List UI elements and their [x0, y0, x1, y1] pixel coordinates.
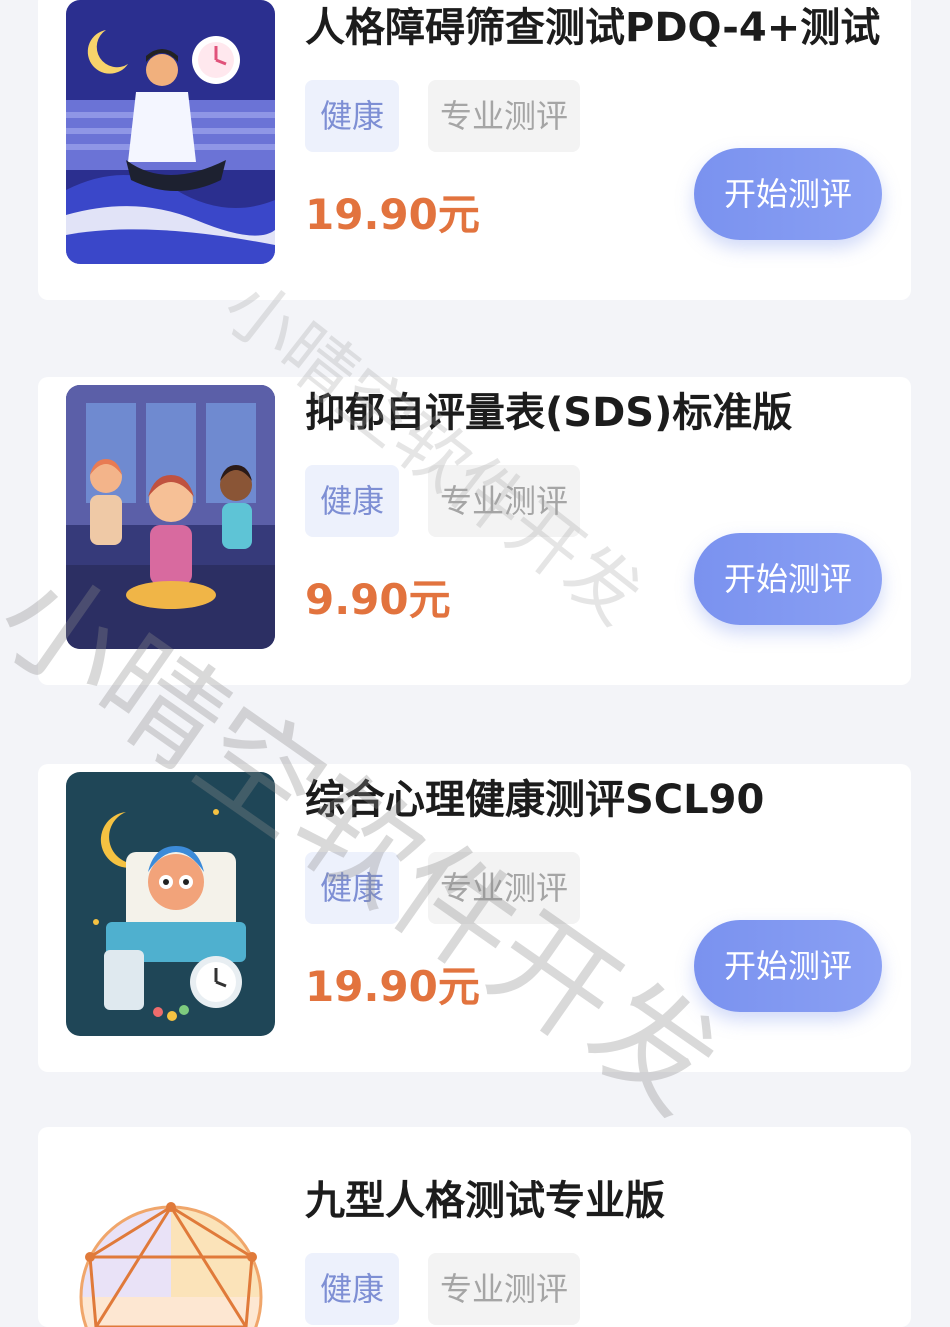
test-title: 九型人格测试专业版 [305, 1178, 665, 1224]
price: 19.90元 [305, 190, 480, 239]
start-test-button[interactable]: 开始测评 [694, 148, 882, 240]
price: 9.90元 [305, 575, 451, 624]
sleepless-boy-illustration [66, 772, 275, 1036]
test-title: 综合心理健康测评SCL90 [305, 777, 765, 823]
product-thumbnail [66, 1147, 275, 1327]
tag-health: 健康 [305, 852, 399, 924]
insomnia-illustration [66, 0, 275, 264]
price: 19.90元 [305, 962, 480, 1011]
product-thumbnail [66, 0, 275, 264]
enneagram-illustration [79, 1202, 263, 1327]
product-card[interactable]: 抑郁自评量表(SDS)标准版 健康 专业测评 9.90元 开始测评 [38, 377, 911, 685]
tag-professional: 专业测评 [428, 852, 580, 924]
start-test-button[interactable]: 开始测评 [694, 533, 882, 625]
test-title: 抑郁自评量表(SDS)标准版 [305, 390, 793, 436]
tag-health: 健康 [305, 80, 399, 152]
tag-professional: 专业测评 [428, 465, 580, 537]
tag-health: 健康 [305, 465, 399, 537]
test-title: 人格障碍筛查测试PDQ-4+测试 [305, 5, 881, 51]
tag-professional: 专业测评 [428, 1253, 580, 1325]
tag-health: 健康 [305, 1253, 399, 1325]
product-thumbnail [66, 772, 275, 1036]
product-thumbnail [66, 385, 275, 649]
product-card[interactable]: 人格障碍筛查测试PDQ-4+测试 健康 专业测评 19.90元 开始测评 [38, 0, 911, 300]
product-card[interactable]: 九型人格测试专业版 健康 专业测评 [38, 1127, 911, 1327]
tag-professional: 专业测评 [428, 80, 580, 152]
start-test-button[interactable]: 开始测评 [694, 920, 882, 1012]
meditation-illustration [66, 385, 275, 649]
product-card[interactable]: 综合心理健康测评SCL90 健康 专业测评 19.90元 开始测评 [38, 764, 911, 1072]
